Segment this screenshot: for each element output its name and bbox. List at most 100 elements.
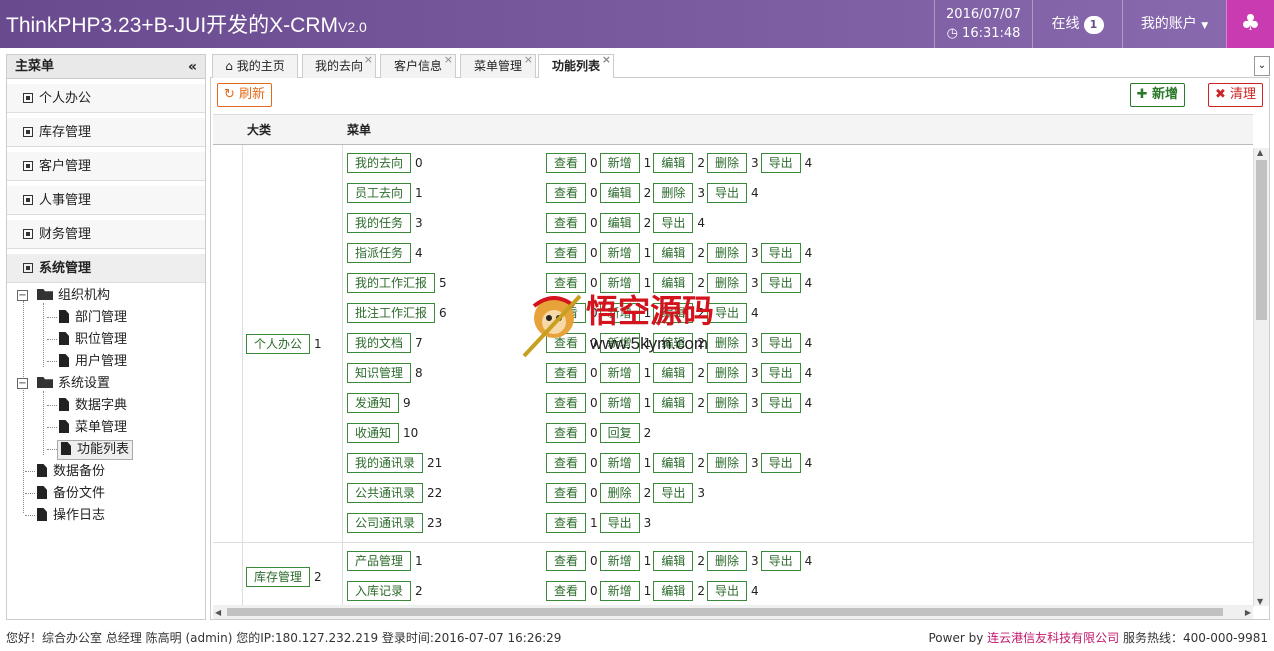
collapse-node-icon[interactable]: − — [17, 378, 28, 389]
accordion-finance[interactable]: 财务管理 — [7, 219, 205, 249]
tree-node-settings[interactable]: 系统设置 — [37, 374, 110, 394]
menu-button[interactable]: 公共通讯录 — [347, 483, 424, 503]
accordion-personal-office[interactable]: 个人办公 — [7, 83, 205, 113]
action-button[interactable]: 新增 — [599, 551, 640, 571]
online-users-button[interactable]: 在线 1 — [1032, 0, 1122, 48]
action-button[interactable]: 导出 — [760, 551, 801, 571]
action-button[interactable]: 编辑 — [653, 243, 694, 263]
action-button[interactable]: 导出 — [653, 213, 694, 233]
tree-node-logs[interactable]: 操作日志 — [37, 506, 105, 526]
action-button[interactable]: 查看 — [546, 453, 587, 473]
action-button[interactable]: 导出 — [760, 243, 801, 263]
action-button[interactable]: 查看 — [546, 513, 587, 533]
my-account-dropdown[interactable]: 我的账户 ▼ — [1122, 0, 1226, 48]
action-button[interactable]: 导出 — [760, 393, 801, 413]
tree-node-menu[interactable]: 菜单管理 — [59, 418, 127, 438]
tab-list-dropdown-icon[interactable]: ⌄ — [1254, 56, 1270, 76]
action-button[interactable]: 新增 — [599, 393, 640, 413]
vertical-scrollbar[interactable]: ▲ ▼ — [1253, 148, 1269, 606]
accordion-hr[interactable]: 人事管理 — [7, 185, 205, 215]
company-link[interactable]: 连云港信友科技有限公司 — [987, 631, 1119, 645]
menu-button[interactable]: 我的文档 — [347, 333, 412, 353]
tab-my-whereabouts[interactable]: 我的去向 × — [302, 53, 376, 78]
action-button[interactable]: 导出 — [706, 183, 747, 203]
close-tab-icon[interactable]: × — [524, 49, 533, 71]
action-button[interactable]: 编辑 — [599, 213, 640, 233]
menu-button[interactable]: 知识管理 — [347, 363, 412, 383]
tree-node-dept[interactable]: 部门管理 — [59, 308, 127, 328]
action-button[interactable]: 查看 — [546, 581, 587, 601]
menu-button[interactable]: 我的去向 — [347, 153, 412, 173]
vertical-scroll-thumb[interactable] — [1256, 160, 1267, 320]
action-button[interactable]: 导出 — [653, 483, 694, 503]
close-tab-icon[interactable]: × — [364, 49, 373, 71]
action-button[interactable]: 查看 — [546, 153, 587, 173]
action-button[interactable]: 新增 — [599, 453, 640, 473]
action-button[interactable]: 新增 — [599, 363, 640, 383]
menu-button[interactable]: 产品管理 — [347, 551, 412, 571]
action-button[interactable]: 查看 — [546, 243, 587, 263]
category-button[interactable]: 个人办公 — [246, 334, 311, 354]
add-button[interactable]: ✚ 新增 — [1129, 83, 1185, 107]
action-button[interactable]: 查看 — [546, 483, 587, 503]
action-button[interactable]: 查看 — [546, 213, 587, 233]
action-button[interactable]: 导出 — [706, 581, 747, 601]
action-button[interactable]: 查看 — [546, 423, 587, 443]
tree-node-users[interactable]: 用户管理 — [59, 352, 127, 372]
action-button[interactable]: 新增 — [599, 153, 640, 173]
action-button[interactable]: 删除 — [706, 363, 747, 383]
tab-home[interactable]: ⌂ 我的主页 — [212, 54, 298, 78]
action-button[interactable]: 查看 — [546, 183, 587, 203]
action-button[interactable]: 删除 — [706, 243, 747, 263]
tree-node-position[interactable]: 职位管理 — [59, 330, 127, 350]
tree-node-files[interactable]: 备份文件 — [37, 484, 105, 504]
tab-customer-info[interactable]: 客户信息 × — [380, 53, 456, 78]
action-button[interactable]: 编辑 — [653, 393, 694, 413]
scroll-up-icon[interactable]: ▲ — [1257, 148, 1263, 157]
scroll-left-icon[interactable]: ◀ — [215, 608, 221, 617]
menu-button[interactable]: 指派任务 — [347, 243, 412, 263]
action-button[interactable]: 删除 — [706, 153, 747, 173]
action-button[interactable]: 删除 — [706, 551, 747, 571]
menu-button[interactable]: 公司通讯录 — [347, 513, 424, 533]
menu-button[interactable]: 我的任务 — [347, 213, 412, 233]
action-button[interactable]: 新增 — [599, 243, 640, 263]
accordion-inventory[interactable]: 库存管理 — [7, 117, 205, 147]
action-button[interactable]: 删除 — [706, 393, 747, 413]
action-button[interactable]: 导出 — [599, 513, 640, 533]
scroll-right-icon[interactable]: ▶ — [1245, 608, 1251, 617]
horizontal-scroll-thumb[interactable] — [227, 608, 1223, 616]
action-button[interactable]: 导出 — [760, 273, 801, 293]
action-button[interactable]: 回复 — [599, 423, 640, 443]
action-button[interactable]: 编辑 — [653, 453, 694, 473]
refresh-button[interactable]: ↻ 刷新 — [217, 83, 273, 107]
action-button[interactable]: 编辑 — [599, 183, 640, 203]
tree-node-funcs[interactable]: 功能列表 — [57, 440, 134, 460]
tree-node-org[interactable]: 组织机构 — [37, 286, 110, 306]
action-button[interactable]: 编辑 — [653, 153, 694, 173]
tree-node-dict[interactable]: 数据字典 — [59, 396, 127, 416]
close-tab-icon[interactable]: × — [602, 49, 611, 71]
action-button[interactable]: 导出 — [760, 453, 801, 473]
collapse-sidebar-icon[interactable]: « — [188, 55, 197, 79]
action-button[interactable]: 导出 — [760, 363, 801, 383]
action-button[interactable]: 编辑 — [653, 551, 694, 571]
action-button[interactable]: 查看 — [546, 551, 587, 571]
app-brand[interactable]: ThinkPHP3.23+B-JUI开发的X-CRMV2.0 — [6, 9, 367, 39]
category-button[interactable]: 库存管理 — [246, 567, 311, 587]
accordion-system[interactable]: 系统管理 — [7, 253, 205, 283]
menu-button[interactable]: 收通知 — [347, 423, 400, 443]
tab-function-list[interactable]: 功能列表 × — [538, 53, 614, 79]
menu-button[interactable]: 员工去向 — [347, 183, 412, 203]
theme-tree-button[interactable]: ♣ — [1226, 0, 1274, 48]
action-button[interactable]: 删除 — [599, 483, 640, 503]
action-button[interactable]: 查看 — [546, 393, 587, 413]
action-button[interactable]: 删除 — [706, 453, 747, 473]
accordion-customers[interactable]: 客户管理 — [7, 151, 205, 181]
menu-button[interactable]: 我的工作汇报 — [347, 273, 436, 293]
menu-button[interactable]: 入库记录 — [347, 581, 412, 601]
collapse-node-icon[interactable]: − — [17, 290, 28, 301]
scroll-down-icon[interactable]: ▼ — [1257, 597, 1263, 606]
action-button[interactable]: 删除 — [653, 183, 694, 203]
action-button[interactable]: 编辑 — [653, 581, 694, 601]
